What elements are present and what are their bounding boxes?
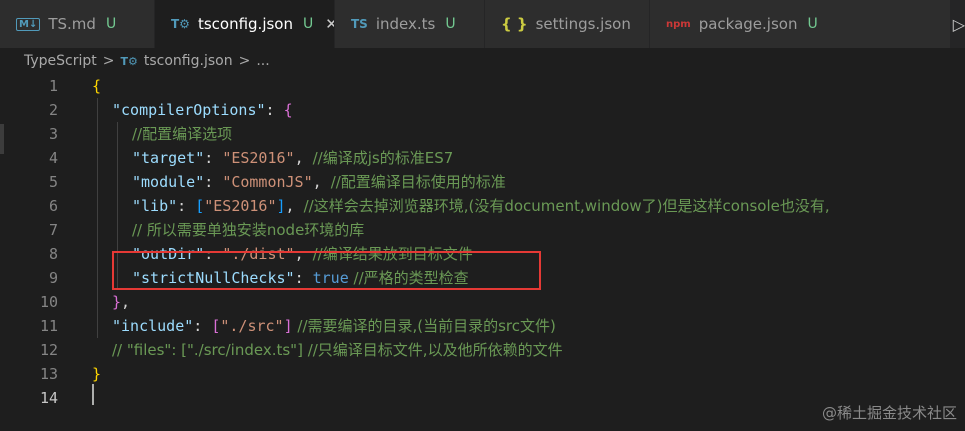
tab-settings-json[interactable]: { } settings.json (485, 0, 650, 48)
colon: : (204, 173, 223, 191)
code-line: 7 // 所以需要单独安装node环境的库 (0, 218, 965, 242)
breadcrumb-more[interactable]: ... (256, 53, 269, 69)
line-number: 10 (39, 293, 58, 311)
comment: //需要编译的目录,(当前目录的src文件) (292, 317, 556, 335)
colon: : (204, 149, 223, 167)
close-icon[interactable]: ✕ (325, 15, 334, 33)
comment: // 所以需要单独安装node环境的库 (132, 221, 365, 239)
breadcrumb-folder[interactable]: TypeScript (24, 53, 97, 69)
line-number: 14 (39, 389, 58, 407)
json-string: "./src" (220, 317, 284, 335)
tab-package-json[interactable]: npm package.json U (650, 0, 951, 48)
line-number: 7 (48, 221, 58, 239)
json-string: "CommonJS" (222, 173, 313, 191)
npm-icon: npm (666, 18, 691, 30)
json-key: "module" (132, 173, 205, 191)
code-line: 1 { (0, 74, 965, 98)
tab-label: TS.md (48, 15, 96, 33)
code-line: 4 "target": "ES2016", //编译成js的标准ES7 (0, 146, 965, 170)
colon: : (265, 101, 284, 119)
editor-tab-bar: M↓ TS.md U T⚙ tsconfig.json U ✕ TS index… (0, 0, 965, 48)
typescript-icon: TS (351, 17, 368, 31)
comma: , (294, 149, 313, 167)
tsconfig-icon: T⚙ (171, 17, 190, 31)
comment: //这样会去掉浏览器环境,(没有document,window了)但是这样con… (303, 197, 830, 215)
code-line: 13 } (0, 362, 965, 386)
highlight-annotation-box (112, 251, 541, 290)
code-line-current: 14 (0, 386, 965, 410)
json-key: "lib" (132, 197, 178, 215)
line-number: 13 (39, 365, 58, 383)
code-line: 3 //配置编译选项 (0, 122, 965, 146)
code-line: 5 "module": "CommonJS", //配置编译目标使用的标准 (0, 170, 965, 194)
tab-tsconfig-json[interactable]: T⚙ tsconfig.json U ✕ (155, 0, 335, 48)
comment: //编译成js的标准ES7 (312, 149, 454, 167)
line-number: 11 (39, 317, 58, 335)
tab-label: tsconfig.json (197, 15, 293, 33)
untracked-badge: U (105, 16, 117, 32)
code-line: 6 "lib": ["ES2016"], //这样会去掉浏览器环境,(没有doc… (0, 194, 965, 218)
comma: , (121, 293, 131, 311)
breadcrumb-file[interactable]: tsconfig.json (144, 53, 233, 69)
brace: { (92, 77, 102, 95)
untracked-badge: U (807, 16, 818, 32)
line-number: 12 (39, 341, 58, 359)
brace: } (92, 365, 102, 383)
run-icon[interactable]: ▷ (951, 0, 965, 48)
brace: } (112, 293, 122, 311)
watermark: @稀土掘金技术社区 (821, 404, 957, 422)
comma: , (312, 173, 331, 191)
tab-label: settings.json (535, 15, 631, 33)
tab-label: index.ts (375, 15, 436, 33)
chevron-right-icon: > (102, 53, 115, 69)
comment: //配置编译目标使用的标准 (330, 173, 506, 191)
comment: //配置编译选项 (132, 125, 233, 143)
bracket: ] (276, 197, 286, 215)
tab-index-ts[interactable]: TS index.ts U (335, 0, 485, 48)
breadcrumb: TypeScript > T⚙ tsconfig.json > ... (0, 48, 965, 74)
untracked-badge: U (303, 16, 314, 32)
code-line: 2 "compilerOptions": { (0, 98, 965, 122)
colon: : (193, 317, 212, 335)
json-string: "ES2016" (222, 149, 295, 167)
tsconfig-icon: T⚙ (120, 54, 138, 68)
bracket: ] (283, 317, 293, 335)
comment: // "files": ["./src/index.ts"] //只编译目标文件… (112, 341, 563, 359)
comma: , (285, 197, 304, 215)
line-number: 9 (48, 269, 58, 287)
text-cursor (92, 384, 94, 405)
line-number: 1 (48, 77, 58, 95)
brace: { (283, 101, 293, 119)
json-key: "compilerOptions" (112, 101, 266, 119)
untracked-badge: U (445, 16, 456, 32)
chevron-right-icon: > (238, 53, 251, 69)
line-number: 8 (48, 245, 58, 263)
json-string: "ES2016" (204, 197, 277, 215)
line-number: 5 (48, 173, 58, 191)
line-number: 6 (48, 197, 58, 215)
code-line: 10 }, (0, 290, 965, 314)
tab-label: package.json (698, 15, 798, 33)
json-key: "include" (112, 317, 194, 335)
line-number: 2 (48, 101, 58, 119)
json-key: "target" (132, 149, 205, 167)
line-number: 4 (48, 149, 58, 167)
json-icon: { } (501, 15, 528, 33)
colon: : (177, 197, 196, 215)
code-line: 12 // "files": ["./src/index.ts"] //只编译目… (0, 338, 965, 362)
code-editor[interactable]: 1 { 2 "compilerOptions": { 3 //配置编译选项 4 … (0, 74, 965, 431)
line-number: 3 (48, 125, 58, 143)
markdown-icon: M↓ (16, 17, 41, 31)
bracket: [ (195, 197, 205, 215)
code-line: 11 "include": ["./src"] //需要编译的目录,(当前目录的… (0, 314, 965, 338)
tab-ts-md[interactable]: M↓ TS.md U (0, 0, 155, 48)
